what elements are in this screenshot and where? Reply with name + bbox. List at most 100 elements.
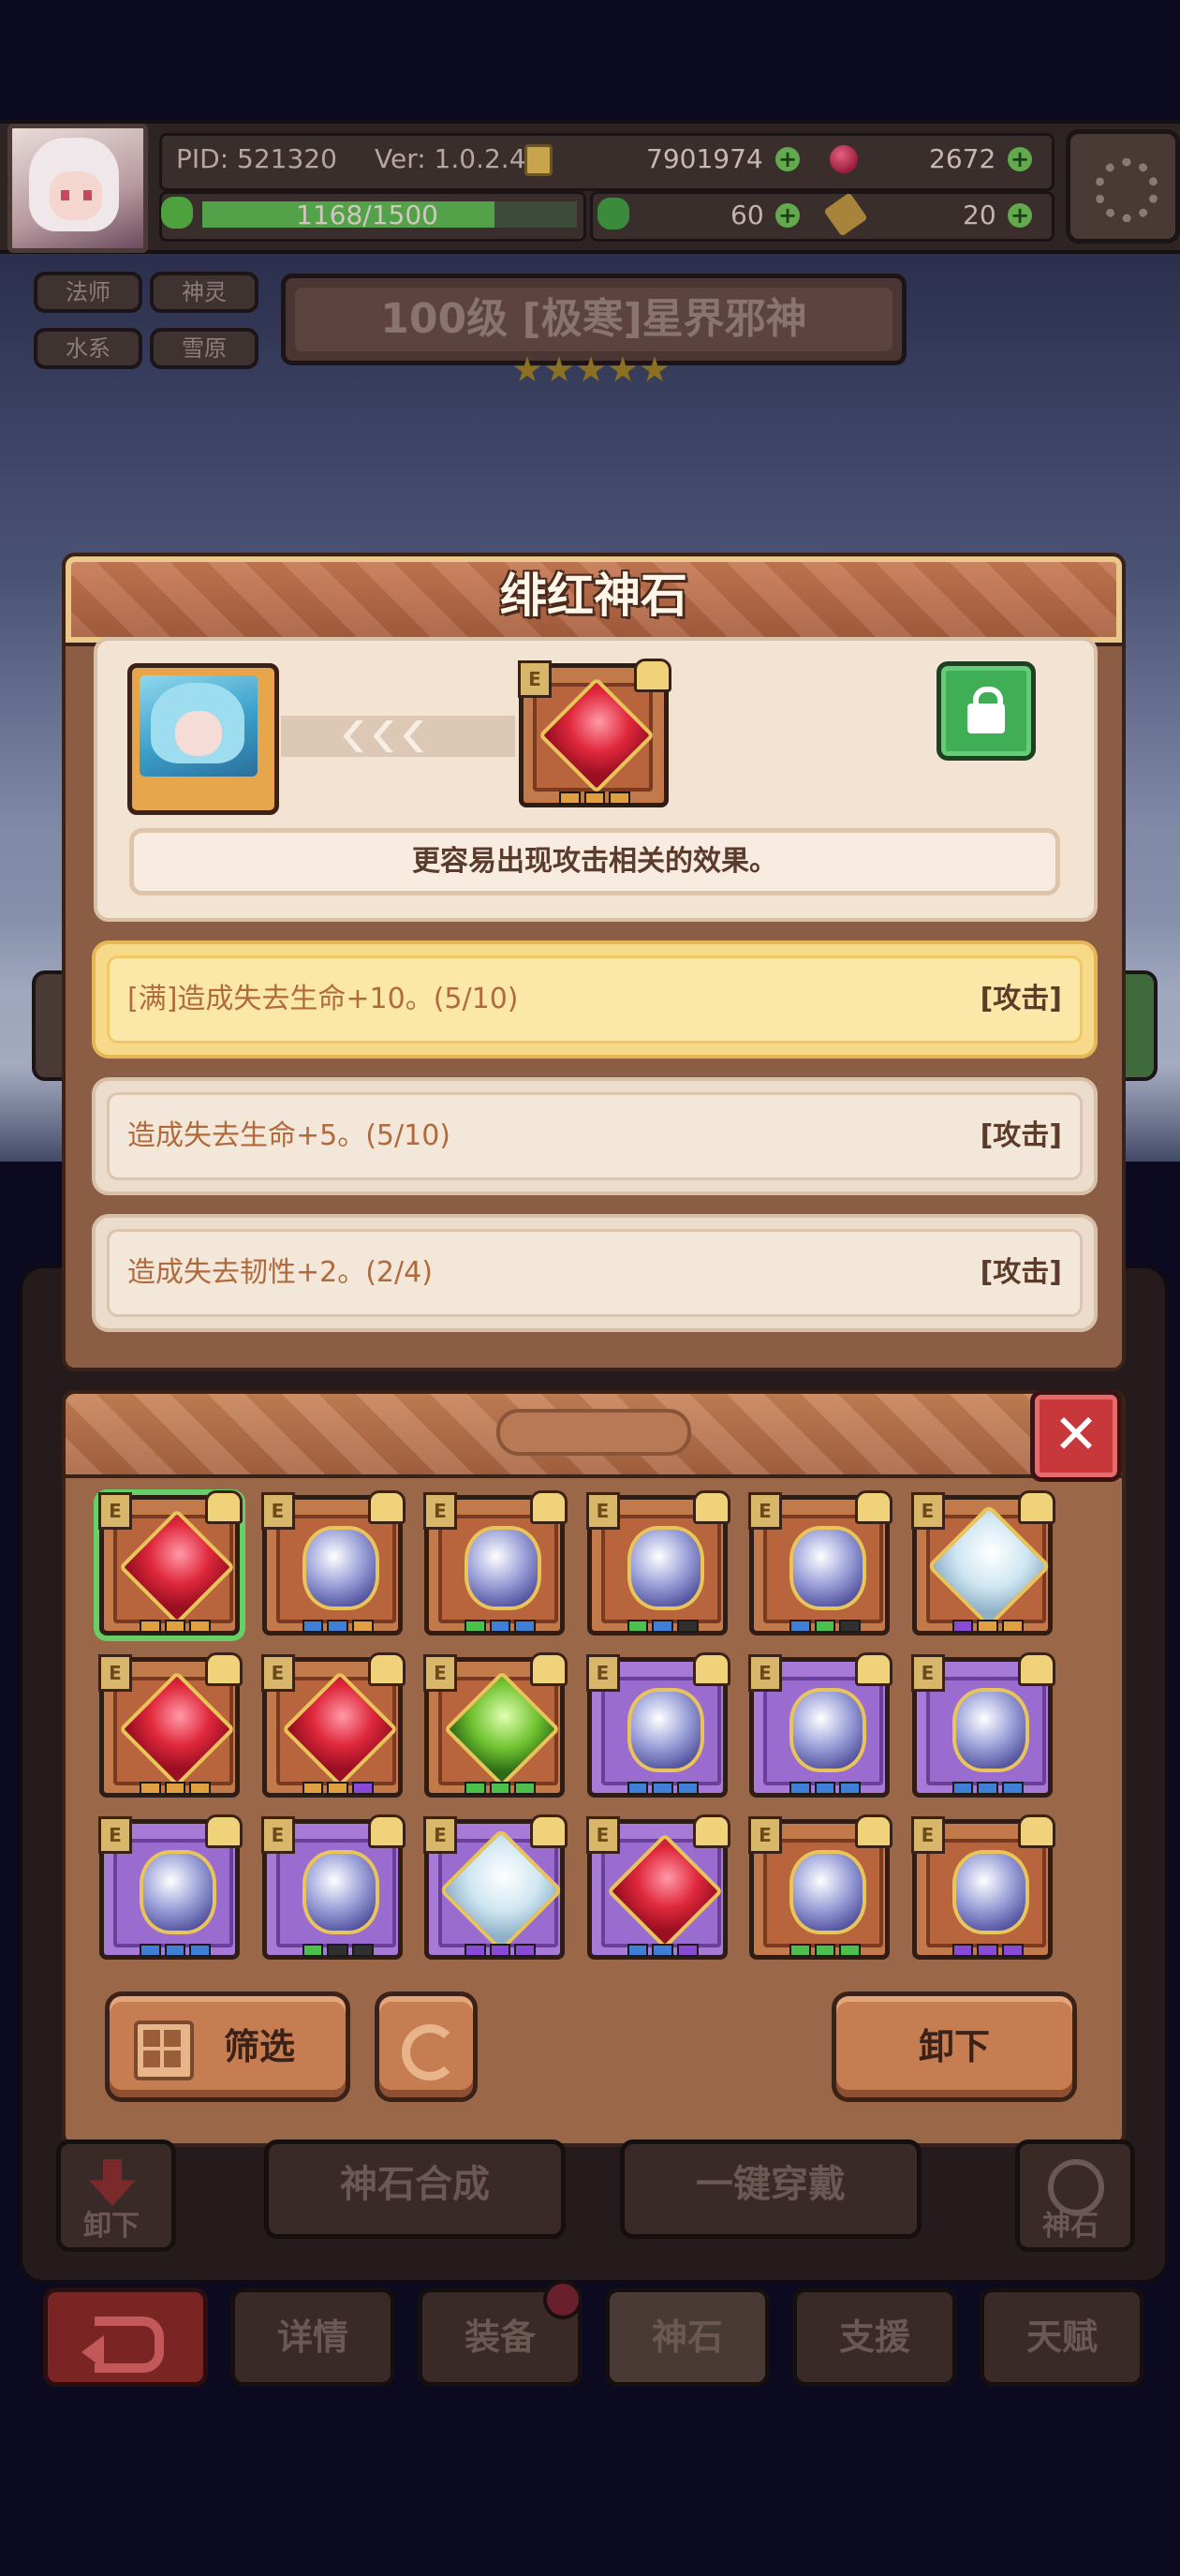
- gem-grade-badge: E: [910, 1654, 945, 1692]
- gem-grade-badge: E: [910, 1492, 945, 1530]
- avatar-eye: [61, 190, 69, 200]
- gem-detail-title: 绯红神石: [500, 569, 687, 623]
- effect-text: 造成失去生命+5。(5/10): [127, 1119, 450, 1152]
- gem-slot[interactable]: E: [98, 1490, 243, 1636]
- grid-icon: [134, 2021, 194, 2080]
- lock-icon: [1017, 1652, 1055, 1686]
- gem-level-dots: [951, 1944, 1024, 1957]
- gem-slot[interactable]: E: [910, 1490, 1055, 1636]
- level-dot: [189, 1944, 212, 1957]
- gem-slot[interactable]: E: [260, 1652, 406, 1798]
- lock-icon: [367, 1652, 406, 1686]
- gem-grade-badge: E: [260, 1492, 295, 1530]
- gem-frame: E: [98, 1652, 243, 1798]
- gem-grade-badge: E: [585, 1492, 620, 1530]
- gem-slot[interactable]: E: [260, 1490, 406, 1636]
- gem-level-dots: [789, 1944, 862, 1957]
- gem-level-dots: [465, 1620, 537, 1633]
- gem-grade-badge: E: [98, 1816, 132, 1854]
- player-avatar[interactable]: [7, 124, 148, 253]
- level-dot: [140, 1944, 161, 1957]
- tab-details[interactable]: 详情: [230, 2287, 395, 2387]
- level-dot: [465, 1620, 486, 1633]
- gem-frame: E: [260, 1490, 406, 1636]
- level-dot: [164, 1944, 186, 1957]
- gem-slot[interactable]: E: [260, 1814, 406, 1960]
- settings-button[interactable]: [1066, 129, 1180, 244]
- unequip-button[interactable]: 卸下: [832, 1991, 1077, 2102]
- gem-slot[interactable]: E: [748, 1814, 892, 1960]
- level-dot: [814, 1944, 836, 1957]
- close-icon: ✕: [1053, 1402, 1099, 1466]
- filter-button[interactable]: 筛选: [105, 1991, 350, 2102]
- orb-gem-icon: [627, 1526, 704, 1610]
- level-dot: [951, 1782, 974, 1795]
- gem-grade-badge: E: [518, 660, 552, 698]
- equip-all-button[interactable]: 一键穿戴: [620, 2139, 922, 2239]
- gold-coin-icon: [524, 144, 553, 176]
- lock-icon: [1017, 1814, 1055, 1848]
- gem-frame: E: [260, 1814, 406, 1960]
- gem-frame: E: [585, 1490, 730, 1636]
- gem-slot[interactable]: E: [585, 1490, 730, 1636]
- lock-icon: [855, 1814, 892, 1848]
- level-dot: [789, 1620, 811, 1633]
- gem-level-dots: [627, 1944, 699, 1957]
- gem-grade-badge: E: [748, 1654, 782, 1692]
- gem-slot[interactable]: E: [748, 1490, 892, 1636]
- orb-gem-icon: [789, 1526, 866, 1610]
- level-dot: [627, 1620, 649, 1633]
- region-tag: 雪原: [150, 328, 258, 369]
- gem-level-dots: [302, 1782, 374, 1795]
- tab-support[interactable]: 支援: [792, 2287, 957, 2387]
- side-unequip-button[interactable]: 卸下: [56, 2139, 176, 2252]
- add-gold-button[interactable]: +: [775, 147, 800, 171]
- gem-slot[interactable]: E: [910, 1814, 1055, 1960]
- level-dot: [1001, 1620, 1024, 1633]
- gem-slot[interactable]: E: [98, 1814, 243, 1960]
- stamina-value: 1168/1500: [296, 200, 438, 230]
- back-button[interactable]: [43, 2287, 208, 2387]
- gem-frame: E: [910, 1814, 1055, 1960]
- lock-toggle-button[interactable]: [937, 661, 1036, 761]
- gem-slot[interactable]: E: [98, 1652, 243, 1798]
- gem-frame: E: [98, 1490, 243, 1636]
- gem-slot[interactable]: E: [423, 1652, 568, 1798]
- side-unequip-label: 卸下: [83, 2210, 140, 2243]
- add-key-button[interactable]: +: [1008, 203, 1032, 228]
- level-dot: [351, 1782, 374, 1795]
- lock-icon: [530, 1490, 568, 1524]
- player-id: PID: 521320: [176, 143, 337, 174]
- tab-gems[interactable]: 神石: [605, 2287, 770, 2387]
- level-dot: [652, 1620, 673, 1633]
- gem-slot[interactable]: E: [585, 1652, 730, 1798]
- add-gem-button[interactable]: +: [1008, 147, 1032, 171]
- gem-slot[interactable]: E: [910, 1652, 1055, 1798]
- lock-icon: [692, 1814, 730, 1848]
- level-dot: [652, 1782, 673, 1795]
- level-dot: [676, 1782, 699, 1795]
- gem-slot[interactable]: E: [423, 1490, 568, 1636]
- add-clover-button[interactable]: +: [775, 203, 800, 228]
- side-gem-button[interactable]: 神石: [1015, 2139, 1135, 2252]
- refresh-button[interactable]: [375, 1991, 478, 2102]
- tab-talent[interactable]: 天赋: [980, 2287, 1144, 2387]
- level-dot: [676, 1620, 699, 1633]
- orb-gem-icon: [140, 1850, 216, 1934]
- gem-slot[interactable]: E: [585, 1814, 730, 1960]
- gem-grade-badge: E: [748, 1816, 782, 1854]
- gem-grade-badge: E: [260, 1654, 295, 1692]
- star-icon: [513, 356, 541, 382]
- ruby-gem-icon: [830, 145, 858, 173]
- close-button[interactable]: ✕: [1030, 1390, 1122, 1482]
- gem-slot[interactable]: E: [748, 1652, 892, 1798]
- level-dot: [627, 1782, 649, 1795]
- gem-frame: E: [98, 1814, 243, 1960]
- level-dot: [351, 1944, 374, 1957]
- gem-slot[interactable]: E: [423, 1814, 568, 1960]
- gem-synthesis-button[interactable]: 神石合成: [264, 2139, 566, 2239]
- refresh-icon: [402, 2024, 458, 2080]
- effect-tag: [攻击]: [980, 983, 1062, 1015]
- equipped-hero-portrait[interactable]: [127, 663, 279, 815]
- level-dot: [489, 1782, 511, 1795]
